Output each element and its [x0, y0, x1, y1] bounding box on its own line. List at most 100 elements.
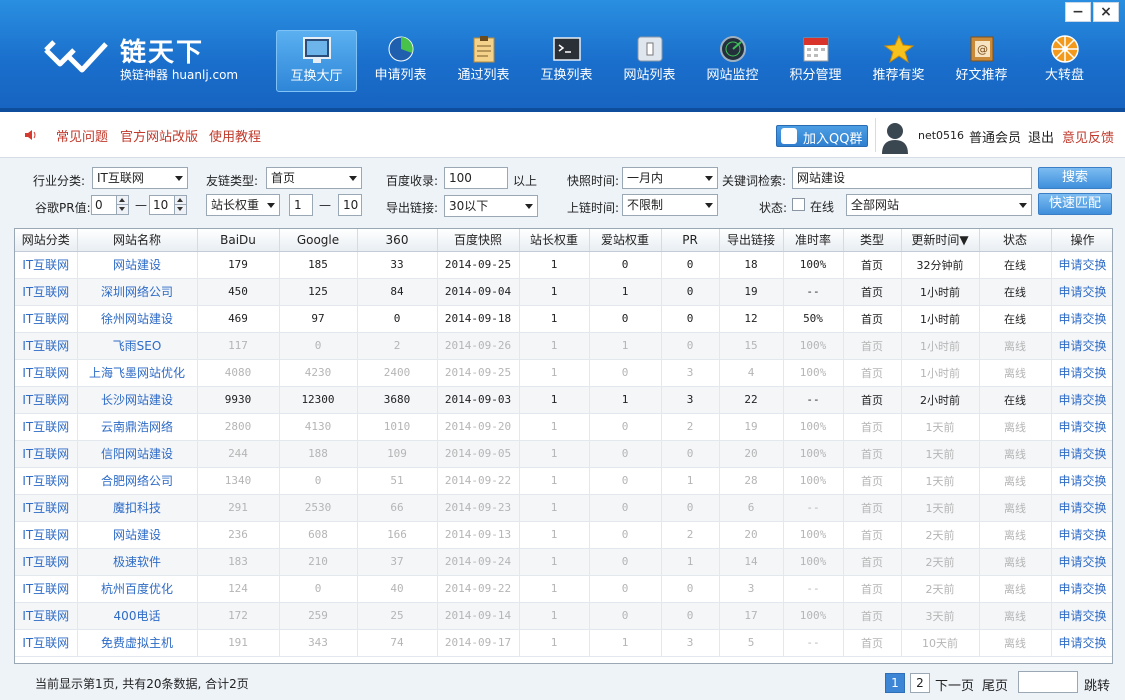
- pr-min-stepper[interactable]: 0: [91, 195, 129, 215]
- feedback-link[interactable]: 意见反馈: [1062, 127, 1114, 146]
- page-jump-input[interactable]: [1018, 671, 1078, 693]
- nav-item-swap-list[interactable]: 互换列表: [525, 30, 608, 92]
- col-site-name-cell[interactable]: 魔扣科技: [77, 494, 198, 522]
- col-action-cell[interactable]: 申请交换: [1051, 629, 1112, 657]
- col-category-cell[interactable]: IT互联网: [15, 278, 78, 306]
- col-punctuality-cell: --: [783, 386, 844, 414]
- nav-item-site-monitor[interactable]: 网站监控: [691, 30, 774, 92]
- nav-item-articles[interactable]: @ 好文推荐: [940, 30, 1023, 92]
- col-site-name-cell[interactable]: 上海飞墨网站优化: [77, 359, 198, 387]
- col-action-cell[interactable]: 申请交换: [1051, 386, 1112, 414]
- jump-link[interactable]: 跳转: [1084, 675, 1110, 694]
- logout-link[interactable]: 退出: [1028, 127, 1054, 146]
- nav-item-points[interactable]: 积分管理: [774, 30, 857, 92]
- stepper-up-icon[interactable]: [174, 196, 186, 205]
- nav-item-referral[interactable]: 推荐有奖: [857, 30, 940, 92]
- col-action-cell[interactable]: 申请交换: [1051, 494, 1112, 522]
- stepper-down-icon[interactable]: [116, 205, 128, 214]
- col-aizhan-weight-cell: 1: [589, 278, 662, 306]
- col-category-cell[interactable]: IT互联网: [15, 332, 78, 360]
- weight-min-input[interactable]: 1: [289, 194, 313, 216]
- industry-select[interactable]: IT互联网: [92, 167, 188, 189]
- outlink-select[interactable]: 30以下: [444, 195, 538, 217]
- snapshot-select[interactable]: 一月内: [622, 167, 718, 189]
- col-site-name-cell[interactable]: 杭州百度优化: [77, 575, 198, 603]
- weight-max-input[interactable]: 10: [338, 194, 362, 216]
- pr-max-stepper[interactable]: 10: [149, 195, 187, 215]
- col-action-cell[interactable]: 申请交换: [1051, 305, 1112, 333]
- col-site-name-cell[interactable]: 合肥网络公司: [77, 467, 198, 495]
- quick-match-button[interactable]: 快速匹配: [1038, 193, 1112, 215]
- col-site-name-cell[interactable]: 深圳网络公司: [77, 278, 198, 306]
- col-google-cell: 0: [279, 575, 358, 603]
- col-site-name-cell[interactable]: 极速软件: [77, 548, 198, 576]
- link-site-revamp[interactable]: 官方网站改版: [120, 126, 198, 145]
- page-1-button[interactable]: 1: [885, 673, 905, 693]
- site-scope-select[interactable]: 全部网站: [846, 194, 1032, 216]
- col-category-cell[interactable]: IT互联网: [15, 359, 78, 387]
- col-category-cell[interactable]: IT互联网: [15, 305, 78, 333]
- col-site-name-cell[interactable]: 网站建设: [77, 251, 198, 279]
- col-action-cell[interactable]: 申请交换: [1051, 413, 1112, 441]
- nav-item-exchange-hall[interactable]: 互换大厅: [276, 30, 357, 92]
- col-category-cell[interactable]: IT互联网: [15, 440, 78, 468]
- keyword-input[interactable]: 网站建设: [792, 167, 1032, 189]
- col-site-name-cell[interactable]: 信阳网站建设: [77, 440, 198, 468]
- minimize-button[interactable]: −: [1065, 2, 1091, 22]
- col-action-cell[interactable]: 申请交换: [1051, 440, 1112, 468]
- col-pr-cell: 3: [661, 629, 720, 657]
- link-faq[interactable]: 常见问题: [56, 126, 108, 145]
- col-site-name-cell[interactable]: 飞雨SEO: [77, 332, 198, 360]
- col-category-cell[interactable]: IT互联网: [15, 494, 78, 522]
- search-button[interactable]: 搜索: [1038, 167, 1112, 189]
- col-baidu-cell: 4080: [197, 359, 280, 387]
- col-action-cell[interactable]: 申请交换: [1051, 467, 1112, 495]
- col-category-cell[interactable]: IT互联网: [15, 602, 78, 630]
- col-aizhan-weight-cell: 0: [589, 494, 662, 522]
- baidu-index-input[interactable]: 100: [444, 167, 508, 189]
- col-action-cell[interactable]: 申请交换: [1051, 548, 1112, 576]
- link-tutorial[interactable]: 使用教程: [209, 126, 261, 145]
- close-button[interactable]: ×: [1093, 2, 1119, 22]
- stepper-up-icon[interactable]: [116, 196, 128, 205]
- col-site-name-cell[interactable]: 400电话: [77, 602, 198, 630]
- col-action-cell[interactable]: 申请交换: [1051, 251, 1112, 279]
- col-action-cell[interactable]: 申请交换: [1051, 359, 1112, 387]
- col-site-name-cell[interactable]: 徐州网站建设: [77, 305, 198, 333]
- nav-label: 申请列表: [374, 68, 427, 83]
- nav-item-approved-list[interactable]: 通过列表: [442, 30, 525, 92]
- col-action-cell[interactable]: 申请交换: [1051, 602, 1112, 630]
- join-qq-group-button[interactable]: 加入QQ群: [776, 125, 868, 147]
- uptime-select[interactable]: 不限制: [622, 194, 718, 216]
- col-site-name-cell[interactable]: 网站建设: [77, 521, 198, 549]
- col-category-cell[interactable]: IT互联网: [15, 548, 78, 576]
- last-page-link[interactable]: 尾页: [982, 675, 1008, 694]
- col-action-cell[interactable]: 申请交换: [1051, 575, 1112, 603]
- col-category-cell[interactable]: IT互联网: [15, 386, 78, 414]
- col-action-cell[interactable]: 申请交换: [1051, 332, 1112, 360]
- col-site-name-cell[interactable]: 长沙网站建设: [77, 386, 198, 414]
- next-page-link[interactable]: 下一页: [935, 675, 974, 694]
- nav-item-apply-list[interactable]: 申请列表: [359, 30, 442, 92]
- avatar[interactable]: [880, 120, 910, 154]
- col-site-name-cell[interactable]: 免费虚拟主机: [77, 629, 198, 657]
- col-update-time-header[interactable]: 更新时间▼: [901, 229, 980, 252]
- col-category-cell[interactable]: IT互联网: [15, 467, 78, 495]
- col-category-cell[interactable]: IT互联网: [15, 629, 78, 657]
- col-action-cell[interactable]: 申请交换: [1051, 521, 1112, 549]
- nav-item-wheel[interactable]: 大转盘: [1023, 30, 1106, 92]
- nav-item-site-list[interactable]: 网站列表: [608, 30, 691, 92]
- page-2-button[interactable]: 2: [910, 673, 930, 693]
- col-action-cell[interactable]: 申请交换: [1051, 278, 1112, 306]
- online-checkbox[interactable]: [792, 198, 805, 211]
- col-category-cell[interactable]: IT互联网: [15, 413, 78, 441]
- linktype-select[interactable]: 首页: [266, 167, 362, 189]
- col-category-cell[interactable]: IT互联网: [15, 521, 78, 549]
- col-category-cell[interactable]: IT互联网: [15, 575, 78, 603]
- col-category-cell[interactable]: IT互联网: [15, 251, 78, 279]
- clipboard-icon: [473, 36, 494, 63]
- weight-type-select[interactable]: 站长权重: [206, 194, 280, 216]
- col-site-name-cell[interactable]: 云南鼎浩网络: [77, 413, 198, 441]
- stepper-down-icon[interactable]: [174, 205, 186, 214]
- site-scope-value: 全部网站: [851, 198, 900, 212]
